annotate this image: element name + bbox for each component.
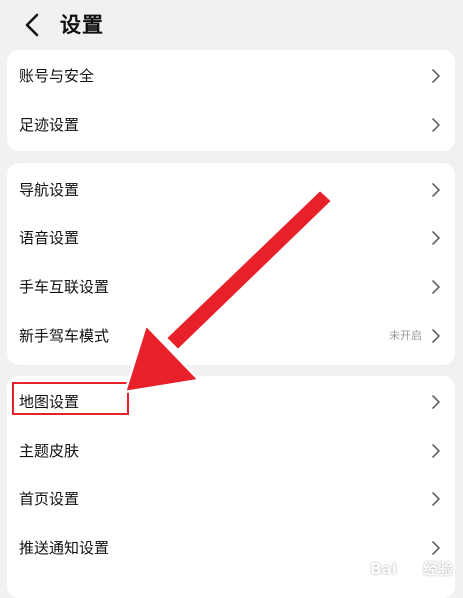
settings-item-theme-skin[interactable]: 主题皮肤: [7, 427, 455, 475]
settings-item-phone-car-link[interactable]: 手车互联设置: [7, 263, 455, 311]
chevron-right-icon: [432, 69, 440, 83]
chevron-right-icon: [432, 118, 440, 132]
back-arrow-icon[interactable]: [20, 11, 46, 39]
chevron-right-icon: [432, 183, 440, 197]
watermark-suffix: 经验: [422, 559, 453, 578]
settings-group-navigation: 导航设置 语音设置 手车互联设置 新手驾车模式 未开启: [7, 163, 455, 365]
settings-item-label: 手车互联设置: [19, 278, 110, 296]
chevron-right-icon: [432, 395, 440, 409]
chevron-right-icon: [432, 492, 440, 506]
settings-item-account-security[interactable]: 账号与安全: [7, 52, 455, 100]
settings-item-label: 首页设置: [19, 490, 80, 508]
settings-item-navigation[interactable]: 导航设置: [7, 166, 455, 214]
settings-item-label: 推送通知设置: [19, 539, 110, 557]
settings-item-label: 主题皮肤: [19, 442, 80, 460]
settings-item-label: 新手驾车模式: [19, 327, 110, 345]
status-text: 未开启: [389, 329, 422, 342]
chevron-right-icon: [432, 231, 440, 245]
settings-item-homepage[interactable]: 首页设置: [7, 475, 455, 523]
chevron-right-icon: [432, 280, 440, 294]
settings-item-novice-driving[interactable]: 新手驾车模式 未开启: [7, 312, 455, 360]
settings-group-account: 账号与安全 足迹设置: [7, 50, 455, 151]
settings-item-label: 足迹设置: [19, 116, 80, 134]
chevron-right-icon: [432, 444, 440, 458]
page-title: 设置: [60, 13, 104, 37]
chevron-right-icon: [432, 329, 440, 343]
highlight-box: [12, 382, 129, 415]
watermark-brand: Bai: [370, 559, 397, 578]
settings-item-footprint[interactable]: 足迹设置: [7, 101, 455, 149]
header-bar: 设置: [0, 0, 463, 50]
settings-item-voice[interactable]: 语音设置: [7, 214, 455, 262]
chevron-right-icon: [432, 541, 440, 555]
settings-item-label: 导航设置: [19, 181, 80, 199]
settings-item-label: 账号与安全: [19, 67, 95, 85]
paw-logo-icon: [398, 558, 421, 580]
settings-item-label: 语音设置: [19, 229, 80, 247]
watermark: Bai 经验: [370, 558, 453, 580]
